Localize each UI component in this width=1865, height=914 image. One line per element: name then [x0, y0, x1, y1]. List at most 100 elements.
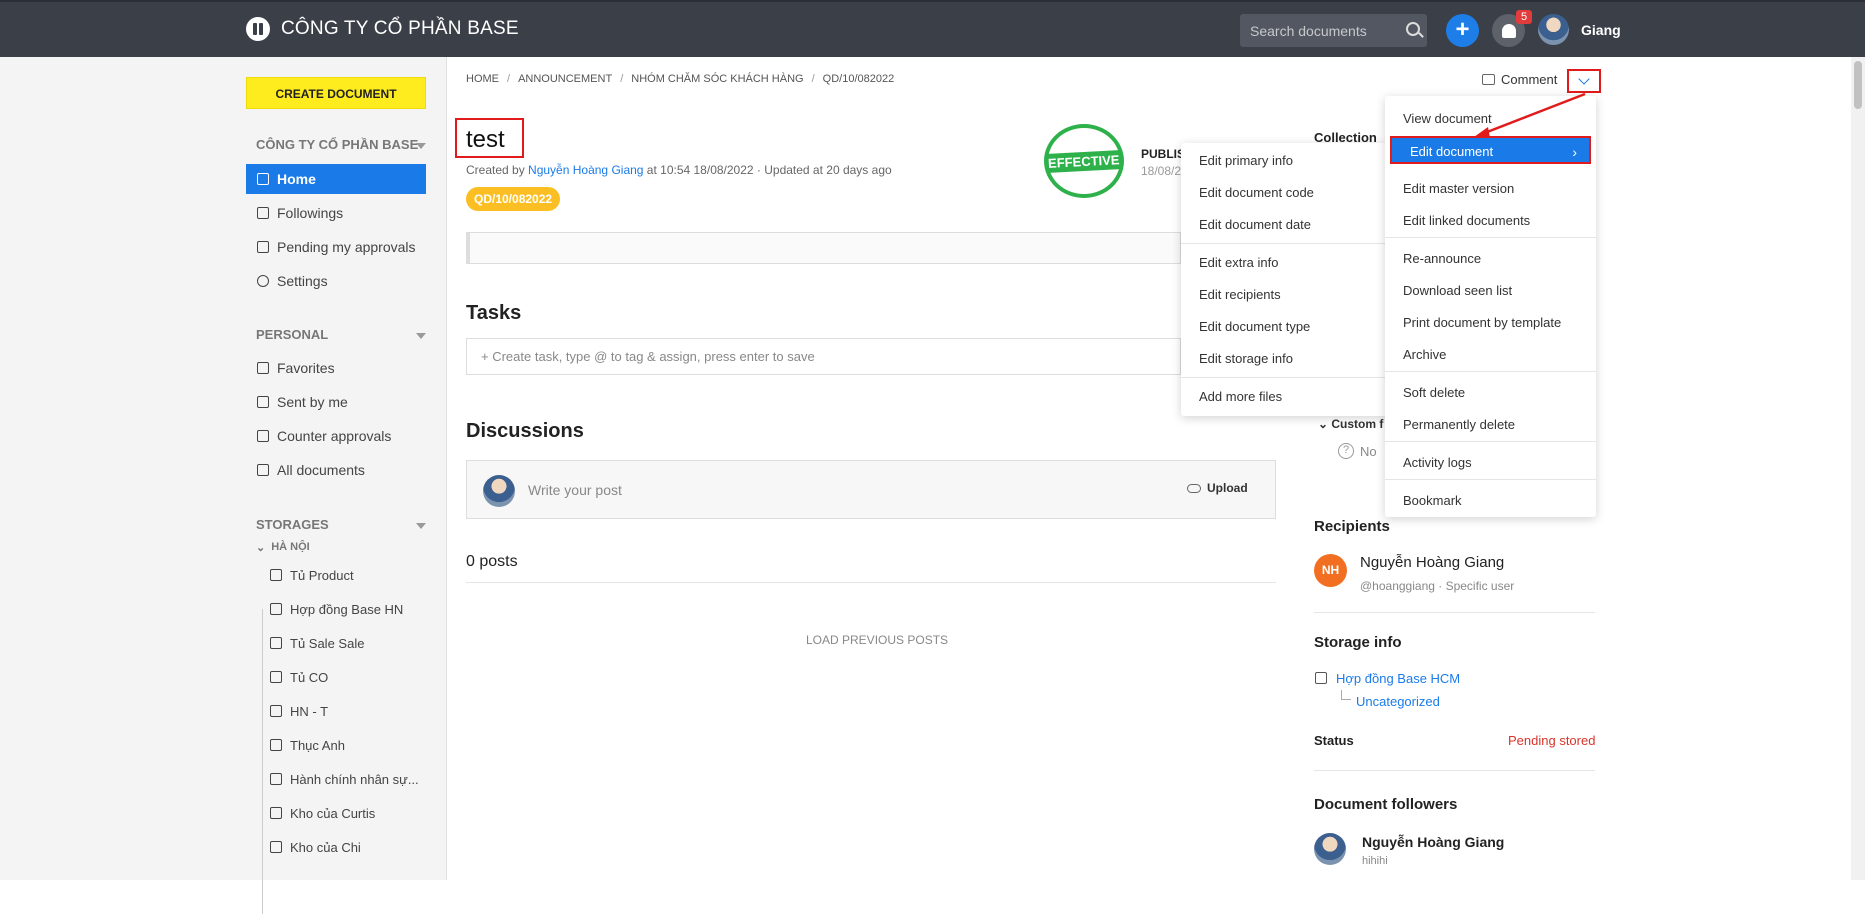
menu-item-edit-document-code[interactable]: Edit document code: [1181, 179, 1389, 207]
chevron-down-icon: ⌄: [1318, 417, 1332, 431]
notification-badge: 5: [1516, 10, 1533, 24]
add-button[interactable]: +: [1446, 14, 1479, 47]
box-icon: [270, 807, 282, 819]
user-avatar[interactable]: [1538, 14, 1569, 45]
menu-item-edit-storage-info[interactable]: Edit storage info: [1181, 345, 1389, 373]
menu-item-permanently-delete[interactable]: Permanently delete: [1385, 411, 1596, 439]
menu-item-edit-linked-documents[interactable]: Edit linked documents: [1385, 207, 1596, 235]
menu-item-archive[interactable]: Archive: [1385, 341, 1596, 369]
menu-item-activity-logs[interactable]: Activity logs: [1385, 449, 1596, 477]
load-previous-posts-button[interactable]: LOAD PREVIOUS POSTS: [806, 633, 948, 647]
menu-item-soft-delete[interactable]: Soft delete: [1385, 379, 1596, 407]
box-icon: [270, 569, 282, 581]
storage-link[interactable]: Hợp đồng Base HCM: [1336, 671, 1460, 686]
menu-item-print-by-template[interactable]: Print document by template: [1385, 309, 1596, 337]
menu-item-add-more-files[interactable]: Add more files: [1181, 383, 1389, 411]
menu-item-edit-document[interactable]: Edit document ›: [1390, 136, 1591, 164]
sidebar-item-settings[interactable]: Settings: [246, 266, 426, 296]
chevron-down-icon[interactable]: [416, 143, 426, 149]
scrollbar[interactable]: [1851, 57, 1865, 880]
storage-item[interactable]: Thục Anh: [270, 733, 345, 757]
company-logo-icon[interactable]: [246, 17, 270, 41]
sidebar-item-favorites[interactable]: Favorites: [246, 353, 426, 383]
sidebar-item-pending-approvals[interactable]: Pending my approvals: [246, 232, 426, 262]
asterisk-box-icon: [257, 464, 269, 476]
tree-line: [262, 609, 263, 914]
top-bar: CÔNG TY CỔ PHẦN BASE Search documents + …: [0, 0, 1865, 57]
follower-name[interactable]: Nguyễn Hoàng Giang: [1362, 834, 1504, 850]
status-label: Status: [1314, 733, 1354, 748]
storage-category-link[interactable]: Uncategorized: [1356, 694, 1440, 709]
menu-item-download-seen-list[interactable]: Download seen list: [1385, 277, 1596, 305]
scrollbar-thumb[interactable]: [1854, 61, 1862, 109]
posts-count: 0 posts: [466, 553, 518, 570]
storage-item[interactable]: HN - T: [270, 699, 328, 723]
sidebar-item-label: Counter approvals: [277, 428, 392, 444]
post-composer[interactable]: Write your post Upload: [466, 460, 1276, 519]
menu-item-edit-document-date[interactable]: Edit document date: [1181, 211, 1389, 239]
menu-item-edit-extra-info[interactable]: Edit extra info: [1181, 249, 1389, 277]
storage-item[interactable]: Tủ CO: [270, 665, 328, 689]
storage-group-hanoi[interactable]: ⌄ HÀ NỘI: [256, 535, 310, 559]
sidebar-item-all-documents[interactable]: All documents: [246, 455, 426, 485]
storage-item[interactable]: Kho của Chi: [270, 835, 361, 859]
menu-item-edit-recipients[interactable]: Edit recipients: [1181, 281, 1389, 309]
menu-item-edit-primary-info[interactable]: Edit primary info: [1181, 147, 1389, 175]
breadcrumb-separator: /: [811, 73, 815, 85]
user-name[interactable]: Giang: [1581, 22, 1621, 38]
sidebar-item-counter-approvals[interactable]: Counter approvals: [246, 421, 426, 451]
storage-item[interactable]: Hợp đồng Base HN: [270, 597, 403, 621]
sidebar-item-label: All documents: [277, 462, 365, 478]
storage-item-label: HN - T: [290, 703, 329, 719]
menu-item-bookmark[interactable]: Bookmark: [1385, 487, 1596, 515]
storage-item-label: Tủ Product: [290, 567, 354, 583]
custom-fields-label: Custom f: [1331, 417, 1384, 431]
task-input[interactable]: + Create task, type @ to tag & assign, p…: [466, 338, 1181, 375]
sidebar-item-followings[interactable]: Followings: [246, 198, 426, 228]
company-section-title[interactable]: CÔNG TY CỔ PHẦN BASE: [256, 137, 418, 152]
published-label: PUBLIS: [1141, 147, 1186, 161]
search-icon[interactable]: [1406, 22, 1420, 36]
recipient-avatar: NH: [1314, 554, 1347, 587]
comment-button[interactable]: Comment: [1482, 72, 1557, 87]
menu-item-edit-document-type[interactable]: Edit document type: [1181, 313, 1389, 341]
box-icon: [270, 773, 282, 785]
divider: [1314, 770, 1595, 771]
more-actions-dropdown-button[interactable]: [1567, 69, 1601, 93]
search-input[interactable]: Search documents: [1240, 14, 1427, 47]
storage-item[interactable]: Kho của Curtis: [270, 801, 375, 825]
menu-item-view-document[interactable]: View document: [1385, 105, 1596, 133]
post-input[interactable]: Write your post: [528, 482, 622, 498]
company-name[interactable]: CÔNG TY CỔ PHẦN BASE: [281, 18, 519, 40]
copy-icon: [257, 430, 269, 442]
recipient-name[interactable]: Nguyễn Hoàng Giang: [1360, 554, 1504, 571]
storage-info-heading: Storage info: [1314, 634, 1402, 651]
bell-icon: [1501, 23, 1516, 38]
personal-section-title[interactable]: PERSONAL: [256, 327, 328, 342]
menu-divider: [1385, 371, 1596, 372]
sidebar-item-sent-by-me[interactable]: Sent by me: [246, 387, 426, 417]
custom-fields-toggle[interactable]: ⌄ Custom f: [1318, 417, 1383, 431]
tasks-heading: Tasks: [466, 302, 522, 324]
storage-item[interactable]: Hành chính nhân sự...: [270, 767, 419, 791]
chevron-down-icon[interactable]: [416, 523, 426, 529]
home-grid-icon: [257, 173, 269, 185]
more-actions-menu: View document Edit document › Edit master…: [1385, 96, 1596, 517]
breadcrumb-announcement[interactable]: ANNOUNCEMENT: [518, 73, 612, 85]
breadcrumb-group[interactable]: NHÓM CHĂM SÓC KHÁCH HÀNG: [631, 73, 803, 85]
storage-item[interactable]: Tủ Sale Sale: [270, 631, 364, 655]
storages-section-title[interactable]: STORAGES: [256, 517, 329, 532]
sidebar-item-home[interactable]: Home: [246, 164, 426, 194]
breadcrumb-separator: /: [507, 73, 511, 85]
menu-item-re-announce[interactable]: Re-announce: [1385, 245, 1596, 273]
create-document-button[interactable]: CREATE DOCUMENT: [246, 77, 426, 109]
author-link[interactable]: Nguyễn Hoàng Giang: [528, 163, 643, 177]
question-icon: ?: [1338, 443, 1354, 459]
favorites-icon: [257, 362, 269, 374]
menu-divider: [1181, 377, 1389, 378]
breadcrumb-home[interactable]: HOME: [466, 73, 499, 85]
menu-item-edit-master-version[interactable]: Edit master version: [1385, 175, 1596, 203]
storage-item[interactable]: Tủ Product: [270, 563, 354, 587]
upload-button[interactable]: Upload: [1187, 481, 1248, 495]
chevron-down-icon[interactable]: [416, 333, 426, 339]
